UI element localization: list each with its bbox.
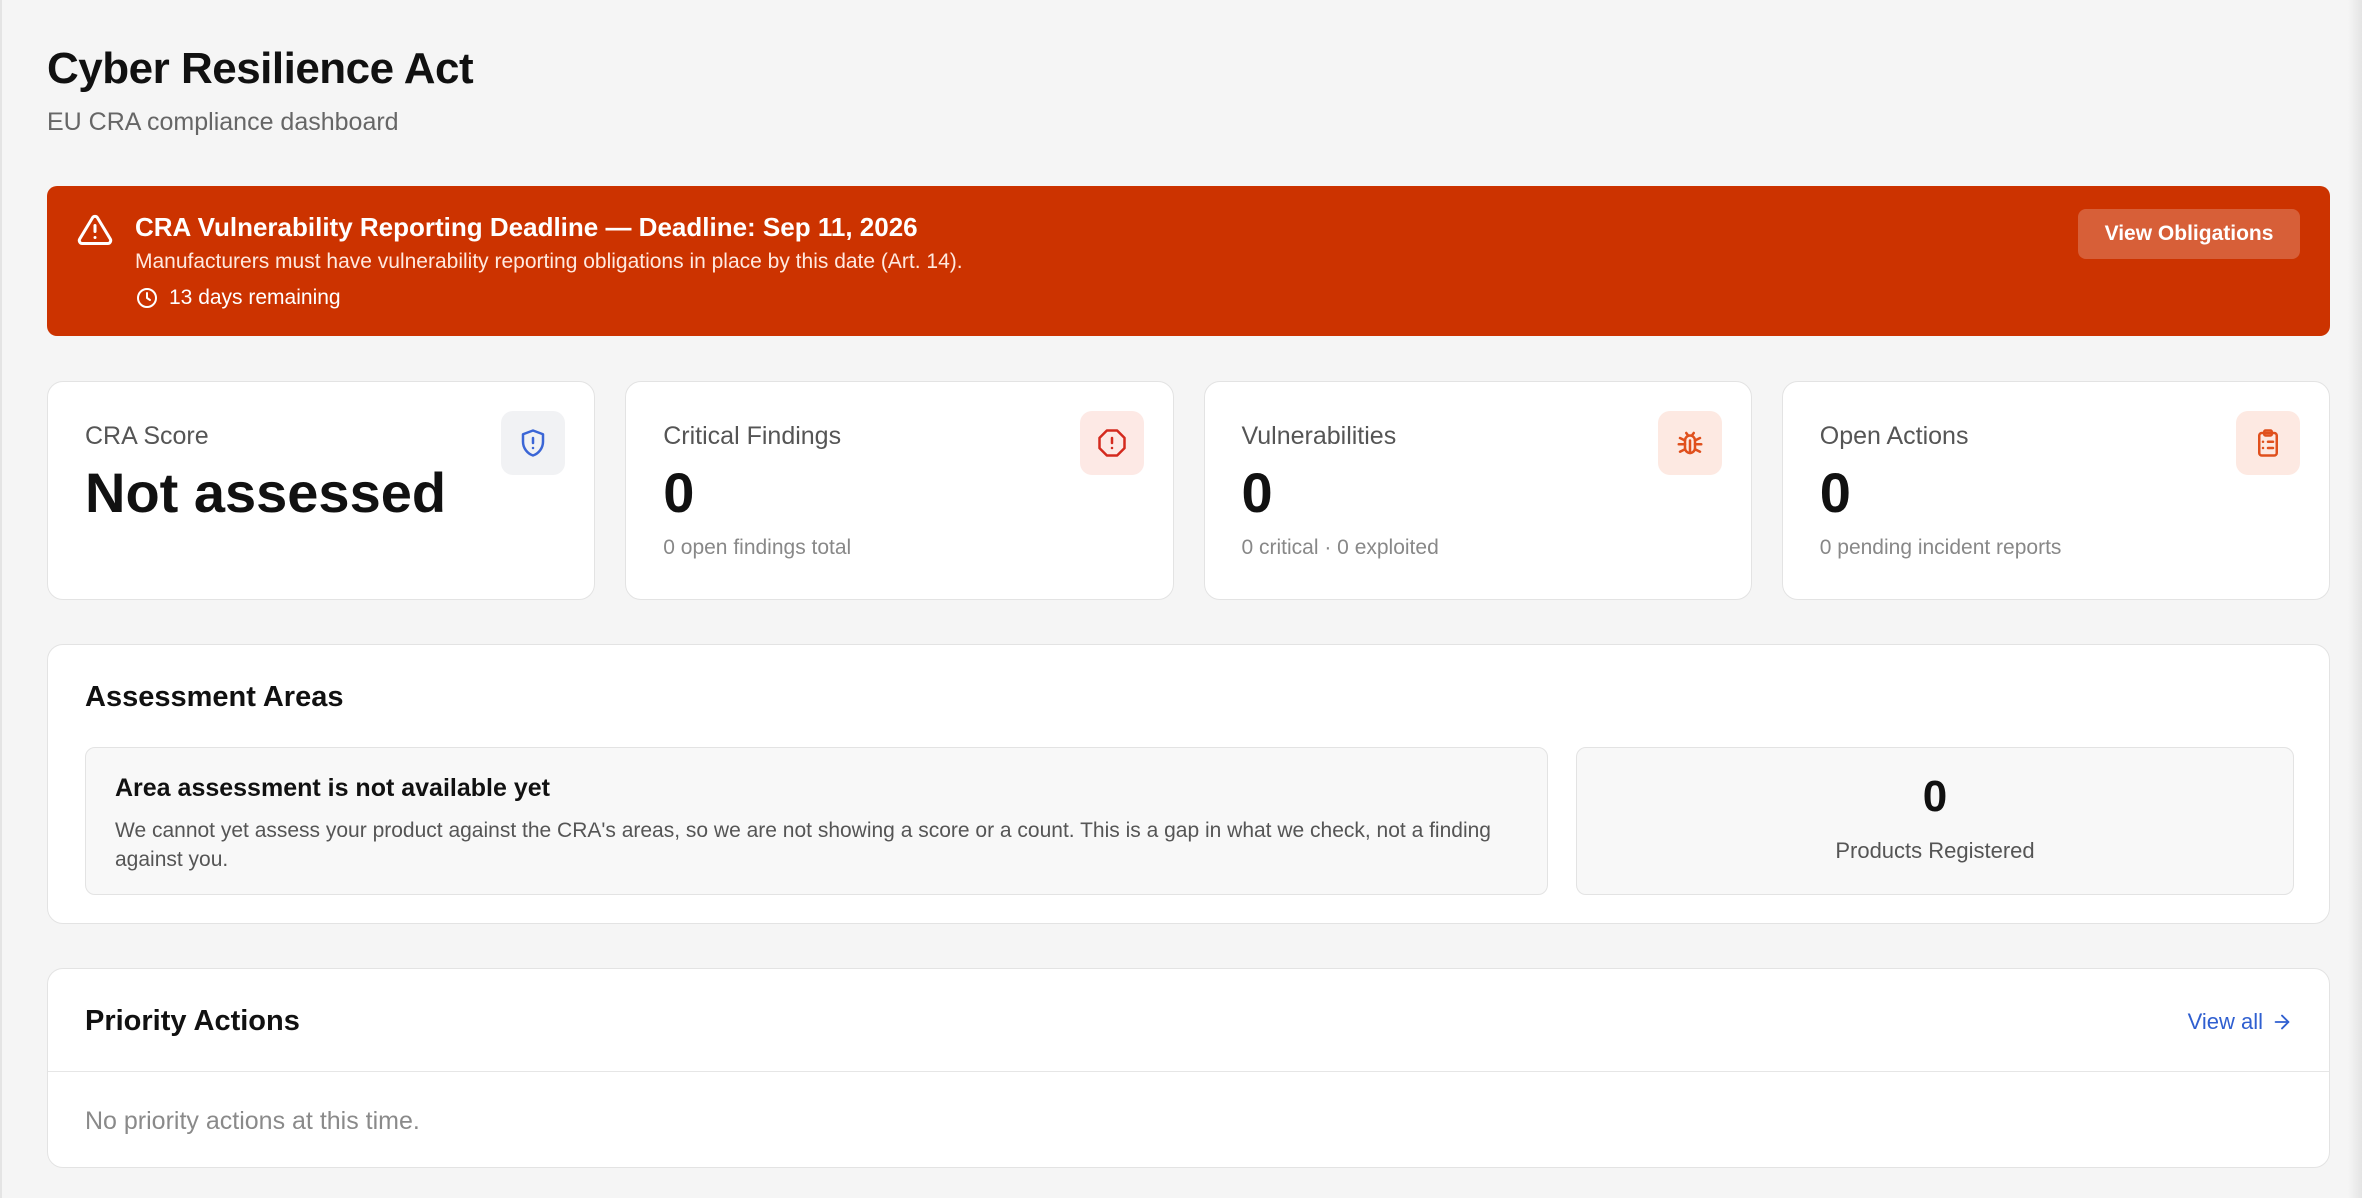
clock-icon [137, 288, 157, 308]
page-right-shadow [2348, 0, 2362, 1198]
stat-icon-box [1079, 411, 1144, 475]
stat-value: 0 [1241, 461, 1273, 524]
shield-alert-icon [522, 429, 545, 457]
assessment-unavailable-notice: Area assessment is not available yet We … [85, 747, 1548, 895]
stat-subtext: 0 pending incident reports [1819, 536, 2062, 559]
octagon-alert-icon [1097, 429, 1126, 457]
arrow-right-icon [2274, 1014, 2290, 1030]
notice-body: We cannot yet assess your product agains… [115, 819, 1491, 871]
stat-subtext: 0 open findings total [663, 536, 852, 559]
stat-icon-box [501, 411, 566, 475]
page-title: Cyber Resilience Act [47, 44, 474, 93]
clipboard-list-icon [2258, 429, 2278, 457]
page-subtitle: EU CRA compliance dashboard [47, 108, 399, 136]
stat-card-cra-score: CRA Score Not assessed [47, 381, 596, 600]
stat-label: Critical Findings [663, 422, 842, 450]
banner-remaining: 13 days remaining [135, 286, 341, 310]
stat-value: Not assessed [85, 461, 447, 524]
view-obligations-button[interactable]: View Obligations [2078, 209, 2300, 259]
products-registered-box: 0 Products Registered [1576, 747, 2294, 895]
banner-description: Manufacturers must have vulnerability re… [135, 250, 963, 273]
stat-icon-box [2236, 411, 2300, 475]
view-all-link[interactable]: View all [2188, 1009, 2293, 1035]
stat-label: CRA Score [85, 422, 209, 450]
deadline-banner: CRA Vulnerability Reporting Deadline — D… [47, 186, 2330, 336]
stat-card-open-actions: Open Actions 0 0 pending incident report… [1781, 381, 2330, 600]
stat-value: 0 [663, 461, 695, 524]
stats-row: CRA Score Not assessed Critical Findings… [47, 381, 2330, 600]
view-all-label: View all [2187, 1009, 2263, 1034]
stat-card-vulnerabilities: Vulnerabilities 0 0 critical · 0 exploit… [1203, 381, 1752, 600]
priority-actions-empty-state: No priority actions at this time. [85, 1107, 420, 1135]
assessment-areas-title: Assessment Areas [85, 681, 344, 713]
products-registered-count: 0 [1922, 772, 1948, 821]
stat-card-critical-findings: Critical Findings 0 0 open findings tota… [625, 381, 1174, 600]
stat-icon-box [1657, 411, 1722, 475]
days-remaining-text: 13 days remaining [169, 286, 341, 309]
products-registered-label: Products Registered [1835, 838, 2035, 863]
stat-value: 0 [1819, 461, 1851, 524]
stat-label: Vulnerabilities [1241, 422, 1397, 450]
warning-triangle-icon [77, 214, 113, 245]
banner-title: CRA Vulnerability Reporting Deadline — D… [135, 212, 918, 242]
stat-subtext: 0 critical · 0 exploited [1241, 536, 1439, 559]
panel-divider [48, 1071, 2329, 1072]
priority-actions-panel: Priority Actions View all No priority ac… [47, 968, 2330, 1168]
page-left-border [0, 0, 2, 1198]
priority-actions-title: Priority Actions [85, 1005, 300, 1037]
notice-title: Area assessment is not available yet [115, 774, 550, 802]
stat-label: Open Actions [1819, 422, 1969, 450]
assessment-areas-panel: Assessment Areas Area assessment is not … [47, 644, 2330, 924]
bug-icon [1677, 431, 1703, 455]
